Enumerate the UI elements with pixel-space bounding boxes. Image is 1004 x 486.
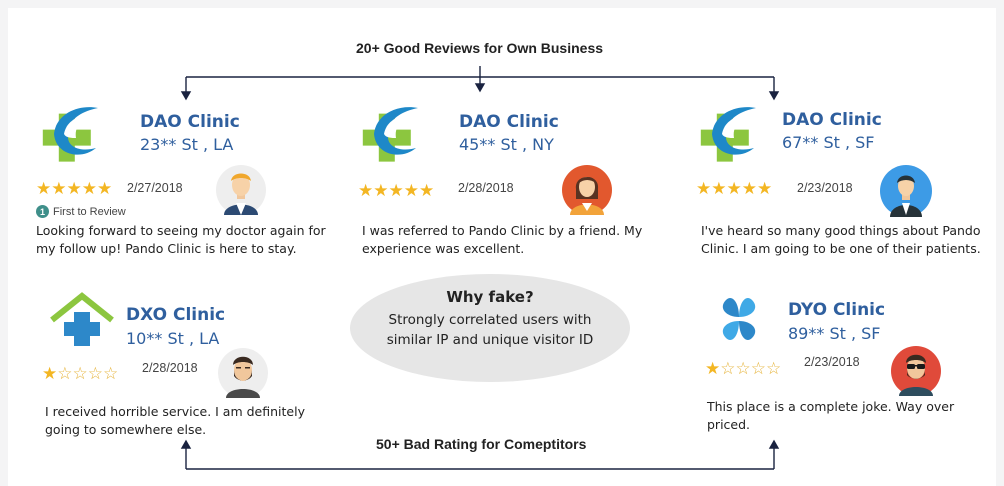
dao-clinic-logo — [38, 104, 100, 171]
bad-review-1-address: 10** St , LA — [126, 329, 220, 348]
why-fake-callout: Why fake? Strongly correlated users with… — [350, 274, 630, 382]
bad-review-2-clinic: DYO Clinic — [788, 300, 886, 320]
good-review-2-date: 2/28/2018 — [458, 181, 514, 195]
badge-label: First to Review — [53, 205, 126, 218]
bad-review-1-clinic: DXO Clinic — [126, 305, 226, 325]
bad-review-2-date: 2/23/2018 — [804, 355, 860, 369]
good-review-3-text: I've heard so many good things about Pan… — [701, 223, 981, 256]
why-fake-line-1: Strongly correlated users with — [388, 312, 592, 328]
good-review-1-text: Looking forward to seeing my doctor agai… — [36, 223, 326, 256]
woman-avatar-icon — [562, 165, 612, 220]
good-review-3-clinic: DAO Clinic — [782, 110, 882, 130]
bad-review-2-address: 89** St , SF — [788, 324, 881, 343]
good-review-1-stars: ★★★★★ — [36, 179, 113, 199]
good-review-2-text: I was referred to Pando Clinic by a frie… — [362, 223, 643, 256]
bearded-man-avatar-icon — [218, 348, 268, 403]
dxo-clinic-logo — [48, 292, 116, 359]
good-review-2-address: 45** St , NY — [459, 135, 554, 154]
dao-clinic-logo — [358, 104, 420, 171]
good-review-2-stars: ★★★★★ — [358, 181, 435, 201]
bad-review-1-text: I received horrible service. I am defini… — [45, 404, 305, 437]
first-to-review-badge: 1 First to Review — [36, 205, 126, 218]
good-review-1-address: 23** St , LA — [140, 135, 234, 154]
dyo-clinic-logo — [712, 292, 766, 351]
bad-review-2-stars: ★☆☆☆☆ — [705, 359, 782, 379]
sunglasses-man-avatar-icon — [891, 346, 941, 401]
diagram-canvas: 20+ Good Reviews for Own Business DAO Cl… — [8, 8, 996, 486]
why-fake-line-2: similar IP and unique visitor ID — [386, 332, 594, 348]
info-icon: 1 — [36, 205, 49, 218]
good-review-3-stars: ★★★★★ — [696, 179, 773, 199]
arrowhead-center — [474, 83, 486, 93]
why-fake-title: Why fake? — [446, 288, 534, 306]
bad-review-2-text: This place is a complete joke. Way over … — [707, 399, 955, 432]
good-review-3-date: 2/23/2018 — [797, 181, 853, 195]
bottom-heading: 50+ Bad Rating for Comeptitors — [376, 436, 587, 452]
good-review-1-clinic: DAO Clinic — [140, 112, 240, 132]
good-review-2-clinic: DAO Clinic — [459, 112, 559, 132]
bad-review-1-date: 2/28/2018 — [142, 361, 198, 375]
man-suit-avatar-icon — [880, 165, 932, 222]
good-review-1-date: 2/27/2018 — [127, 181, 183, 195]
dao-clinic-logo — [696, 104, 758, 171]
good-review-3-address: 67** St , SF — [782, 133, 875, 152]
man-blond-avatar-icon — [216, 165, 266, 220]
bad-review-1-stars: ★☆☆☆☆ — [42, 364, 119, 384]
